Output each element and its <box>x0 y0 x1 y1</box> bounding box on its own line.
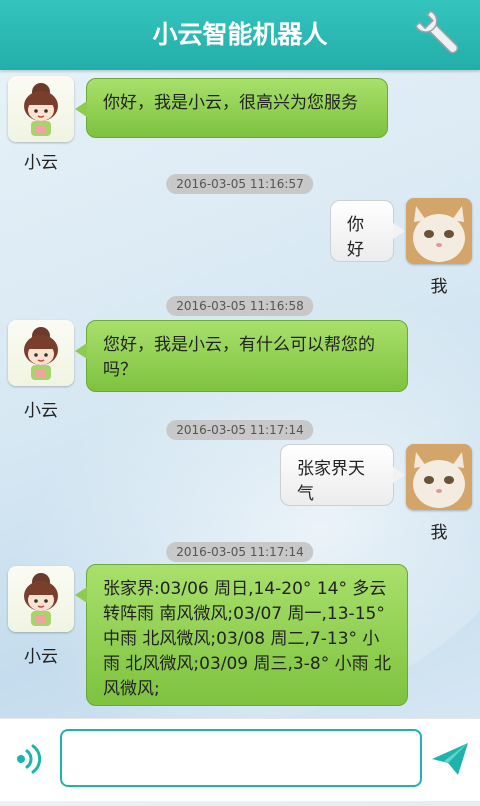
timestamp: 2016-03-05 11:17:14 <box>166 542 314 562</box>
my-avatar[interactable] <box>406 444 472 510</box>
my-message[interactable]: 你好 <box>330 200 405 262</box>
timestamp: 2016-03-05 11:17:14 <box>166 420 314 440</box>
message-input[interactable] <box>60 729 422 787</box>
voice-icon[interactable] <box>12 741 48 777</box>
page-title: 小云智能机器人 <box>152 20 328 49</box>
my-name: 我 <box>430 277 448 297</box>
wrench-settings-icon[interactable] <box>410 6 470 66</box>
bot-avatar[interactable] <box>8 566 74 632</box>
my-name: 我 <box>430 523 448 543</box>
title-bar: 小云智能机器人 <box>0 0 480 70</box>
bot-message[interactable]: 你好，我是小云，很高兴为您服务 <box>75 78 388 138</box>
bot-avatar[interactable] <box>8 320 74 386</box>
bot-name: 小云 <box>24 647 58 667</box>
my-message[interactable]: 张家界天气 <box>280 444 405 506</box>
send-icon[interactable] <box>430 741 470 777</box>
input-bar <box>0 718 480 801</box>
bot-message[interactable]: 张家界:03/06 周日,14-20° 14° 多云转阵雨 南风微风;03/07… <box>75 564 408 706</box>
timestamp: 2016-03-05 11:16:58 <box>166 296 314 316</box>
my-avatar[interactable] <box>406 198 472 264</box>
bot-message[interactable]: 您好，我是小云，有什么可以帮您的吗？ <box>75 320 408 392</box>
bot-avatar[interactable] <box>8 76 74 142</box>
timestamp: 2016-03-05 11:16:57 <box>166 174 314 194</box>
bot-name: 小云 <box>24 401 58 421</box>
bot-name: 小云 <box>24 153 58 173</box>
